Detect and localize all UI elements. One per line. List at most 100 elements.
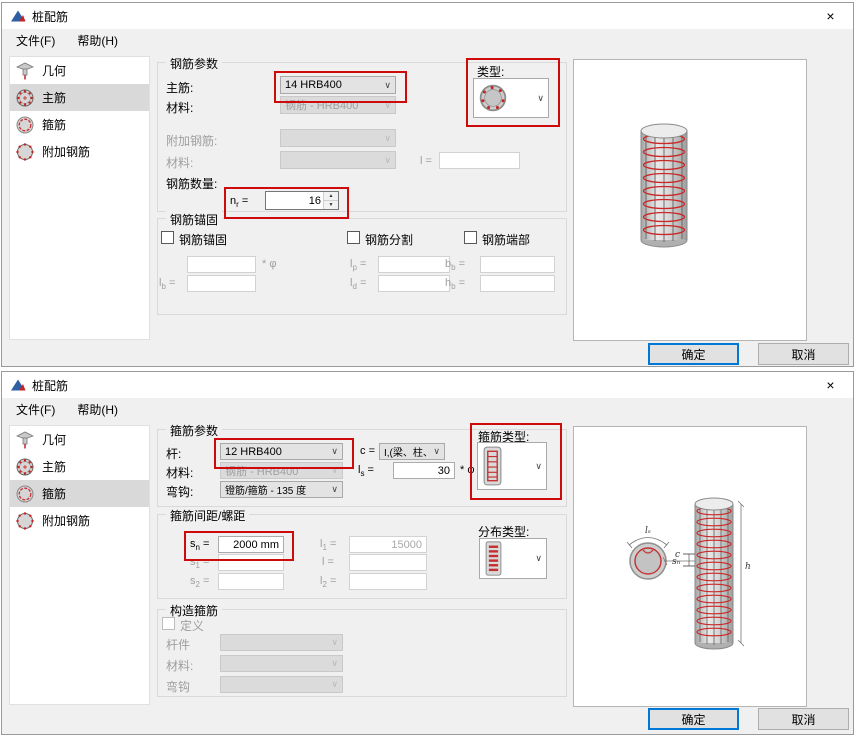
pile-geometry-icon <box>15 61 35 81</box>
menu-bar: 文件(F) 帮助(H) <box>2 29 853 51</box>
sidebar-item-main-bars[interactable]: 主筋 <box>10 84 149 111</box>
main-bar-select[interactable]: 14 HRB400 ∨ <box>280 76 396 94</box>
nr-spinner[interactable]: 16 ▲ ▼ <box>265 191 339 210</box>
menu-file[interactable]: 文件(F) <box>8 399 63 420</box>
material-label: 材料: <box>166 99 193 116</box>
l-label: l = <box>322 556 334 568</box>
close-button[interactable]: × <box>808 372 853 398</box>
chevron-down-icon: ∨ <box>331 679 338 690</box>
spinner-down-icon[interactable]: ▼ <box>324 200 338 209</box>
spinner-up-icon[interactable]: ▲ <box>324 192 338 200</box>
sidebar-item-geometry[interactable]: 几何 <box>10 426 149 453</box>
bb-input <box>480 256 555 273</box>
sidebar: 几何 主筋 箍筋 附加钢筋 <box>9 56 150 340</box>
pile-3d-preview <box>573 59 807 341</box>
menu-file[interactable]: 文件(F) <box>8 30 63 51</box>
anchorage-checkbox-label: 钢筋锚固 <box>179 231 227 248</box>
window-title: 桩配筋 <box>32 8 68 25</box>
bb-label: bb = <box>445 258 465 272</box>
chevron-down-icon: ∨ <box>384 100 391 111</box>
cross-section-type-icon <box>478 83 508 113</box>
chevron-down-icon: ∨ <box>384 80 391 91</box>
chevron-down-icon: ∨ <box>384 133 391 144</box>
close-icon: × <box>826 8 834 24</box>
sidebar-item-label: 几何 <box>42 62 66 79</box>
menu-help[interactable]: 帮助(H) <box>69 30 126 51</box>
title-bar: 桩配筋 × <box>2 372 853 398</box>
menu-help[interactable]: 帮助(H) <box>69 399 126 420</box>
material-select: 钢筋 - HRB400 ∨ <box>280 96 396 114</box>
sidebar-item-geometry[interactable]: 几何 <box>10 57 149 84</box>
sidebar-item-additional-rebar[interactable]: 附加钢筋 <box>10 138 149 165</box>
bar-select[interactable]: 12 HRB400 ∨ <box>220 443 343 460</box>
c-select[interactable]: I,(梁、柱、 ∨ <box>379 443 445 460</box>
material2-select: ∨ <box>280 151 396 169</box>
construction-hook-select: ∨ <box>220 676 343 693</box>
cancel-button[interactable]: 取消 <box>758 343 849 365</box>
stirrup-ladder-icon <box>482 445 503 487</box>
end-checkbox[interactable] <box>464 231 477 244</box>
member-label: 杆件 <box>166 636 190 653</box>
pile-3d-drawing <box>574 60 806 340</box>
sn-input[interactable]: 2000 mm <box>218 536 284 553</box>
group-title: 箍筋间距/螺距 <box>166 507 249 524</box>
s2-label: s2 = <box>190 575 209 589</box>
rebar-count-label: 钢筋数量: <box>166 175 217 192</box>
close-icon: × <box>826 377 834 393</box>
stirrup-type-select[interactable]: ∨ <box>477 442 547 490</box>
ld-input <box>378 275 450 292</box>
distribution-type-select[interactable]: ∨ <box>479 538 547 579</box>
additional-rebar-icon <box>15 511 35 531</box>
pile-reinforcement-dialog-stirrups: 桩配筋 × 文件(F) 帮助(H) 几何 主筋 箍筋 附加钢筋 箍筋参数 杆: … <box>1 371 854 735</box>
split-checkbox[interactable] <box>347 231 360 244</box>
stirrup-icon <box>15 484 35 504</box>
anchorage-checkbox[interactable] <box>161 231 174 244</box>
material-value: 钢筋 - HRB400 <box>285 97 358 113</box>
sidebar-item-additional-rebar[interactable]: 附加钢筋 <box>10 507 149 534</box>
end-checkbox-label: 钢筋端部 <box>482 231 530 248</box>
lp-input <box>378 256 450 273</box>
ls-label: ls = <box>358 464 374 478</box>
ls-input[interactable]: 30 <box>393 462 455 479</box>
nr-label: nr = <box>230 195 248 209</box>
pile-reinforcement-dialog-main-bars: 桩配筋 × 文件(F) 帮助(H) 几何 主筋 箍筋 附加钢筋 钢筋参数 主筋:… <box>1 2 854 367</box>
sidebar-item-label: 主筋 <box>42 89 66 106</box>
lb-label: lb = <box>159 277 175 291</box>
ok-button[interactable]: 确定 <box>648 343 739 365</box>
ok-button[interactable]: 确定 <box>648 708 739 730</box>
sidebar: 几何 主筋 箍筋 附加钢筋 <box>9 425 150 705</box>
l-input <box>349 554 427 571</box>
member-select: ∨ <box>220 634 343 651</box>
window-title: 桩配筋 <box>32 377 68 394</box>
nr-value: 16 <box>266 192 323 209</box>
additional-rebar-icon <box>15 142 35 162</box>
hook-select[interactable]: 镫筋/箍筋 - 135 度 ∨ <box>220 481 343 498</box>
sidebar-item-stirrups[interactable]: 箍筋 <box>10 111 149 138</box>
material-value: 钢筋 - HRB400 <box>225 463 298 479</box>
s2-input <box>218 573 284 590</box>
l-input <box>439 152 520 169</box>
construction-material-label: 材料: <box>166 657 193 674</box>
construction-stirrup-group: 构造箍筋 <box>157 609 567 697</box>
define-checkbox <box>162 617 175 630</box>
cancel-button[interactable]: 取消 <box>758 708 849 730</box>
sidebar-item-label: 主筋 <box>42 458 66 475</box>
close-button[interactable]: × <box>808 3 853 29</box>
ls-dimension-label: lₛ <box>645 526 651 536</box>
main-rebar-icon <box>15 88 35 108</box>
hook-value: 镫筋/箍筋 - 135 度 <box>225 482 306 497</box>
sidebar-item-stirrups[interactable]: 箍筋 <box>10 480 149 507</box>
sn-label: sn = <box>190 538 209 552</box>
group-title: 钢筋参数 <box>166 55 222 72</box>
additional-rebar-label: 附加钢筋: <box>166 132 217 149</box>
type-select[interactable]: ∨ <box>473 78 549 118</box>
main-bar-label: 主筋: <box>166 79 193 96</box>
l2-input <box>349 573 427 590</box>
bar-label: 杆: <box>166 445 181 462</box>
chevron-down-icon: ∨ <box>535 553 542 564</box>
construction-material-select: ∨ <box>220 655 343 672</box>
define-checkbox-label: 定义 <box>180 617 204 634</box>
sidebar-item-main-bars[interactable]: 主筋 <box>10 453 149 480</box>
bar-value: 12 HRB400 <box>225 446 282 458</box>
phi-label: * φ <box>460 464 474 476</box>
